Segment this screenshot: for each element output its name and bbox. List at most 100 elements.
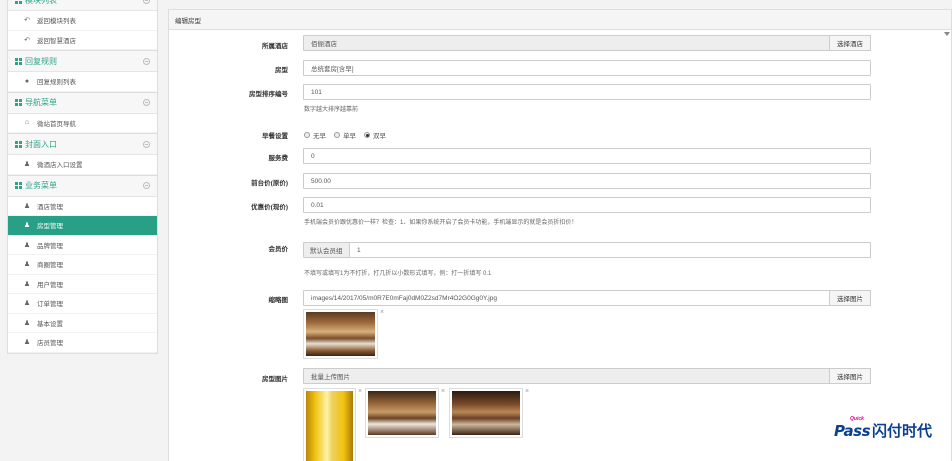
back-icon: ↶: [24, 36, 30, 44]
sidebar-item[interactable]: ♟ 品牌管理: [8, 236, 157, 255]
thumb-label: 缩略图: [268, 297, 289, 304]
front-price-input[interactable]: 500.00: [303, 173, 871, 189]
sidebar-item-label: 用户管理: [37, 281, 63, 289]
remove-thumb-icon[interactable]: ×: [380, 309, 384, 316]
service-fee-label: 服务费: [268, 155, 289, 162]
grid-icon: [15, 140, 22, 148]
user-icon: ♟: [23, 339, 31, 347]
home-icon: ⌂: [24, 119, 30, 127]
collapse-icon[interactable]: [143, 182, 150, 189]
breakfast-option-label: 双早: [373, 133, 386, 140]
group-title-text: 回复规则: [25, 56, 57, 66]
breakfast-option[interactable]: 双早: [364, 130, 386, 140]
collapse-icon[interactable]: [143, 99, 150, 106]
group-title-text: 业务菜单: [25, 181, 57, 190]
group-title: 回复规则: [15, 56, 57, 67]
photos-label: 房型图片: [262, 376, 288, 383]
sidebar-item[interactable]: ♟ 商圈管理: [8, 255, 157, 275]
service-fee-input[interactable]: 0: [303, 148, 871, 164]
user-icon: ♟: [23, 222, 31, 230]
sidebar-item[interactable]: ♟ 订单管理: [8, 294, 157, 314]
sidebar-item[interactable]: ♟ 微酒店入口设置: [8, 155, 157, 175]
grid-icon: [15, 57, 22, 65]
sidebar-item[interactable]: ♟ 用户管理: [8, 275, 157, 294]
group-title: 业务菜单: [15, 180, 57, 191]
user-icon: ♟: [23, 161, 31, 169]
hotel-field[interactable]: 佰俪酒店: [303, 35, 830, 51]
sidebar-group-header[interactable]: 模块列表: [8, 0, 157, 11]
breakfast-option[interactable]: 无早: [304, 130, 326, 140]
grid-icon: [15, 99, 22, 106]
radio-icon[interactable]: [364, 132, 370, 138]
photo-image: [306, 391, 353, 461]
sidebar-item[interactable]: ↶ 返回模块列表: [8, 11, 157, 31]
sidebar-item-label: 回复规则列表: [37, 79, 76, 87]
user-icon: ♟: [23, 300, 31, 308]
remove-photo-icon[interactable]: ×: [358, 388, 362, 395]
sidebar-group-header[interactable]: 回复规则: [8, 50, 157, 72]
photo-image: [452, 391, 520, 435]
sidebar-item-label: 返回模块列表: [37, 18, 76, 26]
sort-input[interactable]: 101: [303, 84, 871, 100]
logo-cn-text: 闪付时代: [872, 422, 933, 440]
group-title-text: 模块列表: [25, 0, 57, 5]
sidebar-item-label: 店员管理: [37, 340, 63, 348]
breakfast-option-label: 单早: [343, 133, 356, 140]
sidebar-item-label: 商圈管理: [37, 262, 63, 270]
remove-photo-icon[interactable]: ×: [441, 388, 445, 395]
back-icon: ↶: [24, 17, 30, 25]
sidebar-item[interactable]: ♟ 房型管理: [8, 216, 157, 236]
collapse-icon[interactable]: [143, 140, 150, 148]
photo-thumb: [365, 388, 439, 438]
logo-quick-text: Quick: [850, 416, 864, 422]
breakfast-option[interactable]: 单早: [334, 130, 356, 140]
sidebar-group-header[interactable]: 封面入口: [8, 133, 157, 155]
discount-price-input[interactable]: 0.01: [303, 197, 871, 213]
select-photos-button[interactable]: 选择图片: [829, 368, 871, 384]
edit-room-panel: 编辑房型: [168, 9, 952, 461]
select-hotel-button[interactable]: 选择酒店: [829, 35, 871, 51]
radio-icon[interactable]: [304, 132, 310, 138]
thumb-preview: [303, 309, 378, 359]
sort-help: 数字越大排序越靠前: [304, 107, 359, 113]
room-type-label: 房型: [275, 67, 288, 74]
select-thumb-button[interactable]: 选择图片: [829, 290, 871, 306]
member-price-help: 不填写或填写1为不打折，打几折以小数形式填写，例：打一折填写 0.1: [304, 271, 492, 277]
user-icon: ♟: [23, 202, 31, 210]
group-title-text: 导航菜单: [25, 98, 57, 107]
member-price-input[interactable]: 1: [349, 242, 871, 258]
user-icon: ♟: [23, 280, 31, 288]
thumb-image: [306, 312, 375, 356]
group-title: 封面入口: [15, 139, 57, 150]
sidebar-group-header[interactable]: 导航菜单: [8, 91, 157, 114]
photos-field[interactable]: 批量上传图片: [303, 368, 830, 384]
room-type-input[interactable]: 总统套房[含早]: [303, 60, 871, 76]
sidebar-item[interactable]: ♟ 酒店管理: [8, 197, 157, 216]
group-title: 导航菜单: [15, 97, 57, 108]
sort-label: 房型排序编号: [249, 91, 288, 98]
sidebar-item-label: 房型管理: [37, 223, 63, 231]
collapse-icon[interactable]: [143, 0, 150, 4]
breakfast-label: 早餐设置: [262, 133, 288, 140]
user-icon: ♟: [23, 319, 31, 327]
scroll-down-arrow-icon[interactable]: [944, 32, 950, 36]
sidebar-item[interactable]: ⌂ 微站首页导航: [8, 114, 157, 133]
collapse-icon[interactable]: [143, 57, 150, 65]
remove-photo-icon[interactable]: ×: [525, 388, 529, 395]
radio-icon[interactable]: [334, 132, 340, 138]
sidebar-item[interactable]: ↶ 返回智慧酒店: [8, 31, 157, 50]
discount-price-label: 优惠价(现价): [251, 204, 288, 211]
hotel-label: 所属酒店: [262, 43, 288, 50]
sidebar-group-header[interactable]: 业务菜单: [8, 174, 157, 197]
sidebar-item[interactable]: ♟ 基本设置: [8, 314, 157, 333]
sidebar-item[interactable]: ♟ 店员管理: [8, 333, 157, 353]
front-price-label: 前台价(原价): [251, 180, 288, 187]
sidebar-item-label: 基本设置: [37, 320, 63, 328]
user-icon: ♟: [23, 241, 31, 249]
sidebar-item[interactable]: ● 回复规则列表: [8, 72, 157, 92]
grid-icon: [15, 0, 22, 4]
thumb-path-input[interactable]: images/14/2017/05/m0R7E0mFaj0dM0Z2sd7Mr4…: [303, 290, 830, 306]
breakfast-option-label: 无早: [313, 133, 326, 140]
photo-image: [368, 391, 436, 435]
sidebar-item-label: 微酒店入口设置: [37, 162, 83, 170]
